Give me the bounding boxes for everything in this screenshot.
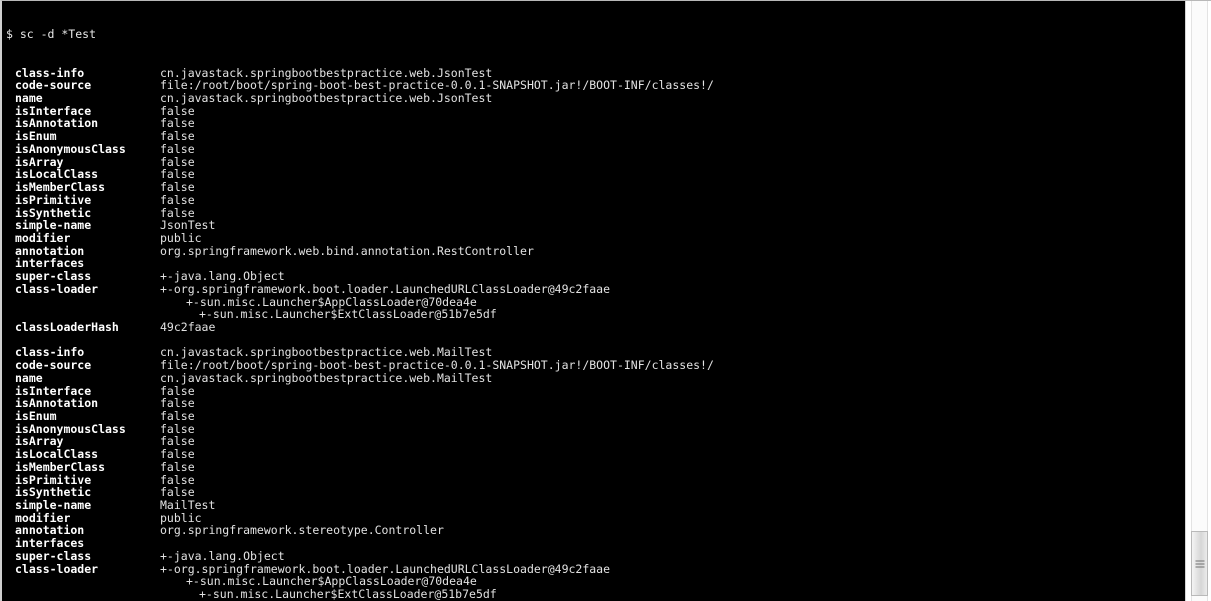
vertical-scrollbar[interactable]: [1185, 1, 1211, 601]
detail-row: annotation org.springframework.web.bind.a…: [4, 243, 1187, 258]
detail-row-key: super-class: [15, 269, 92, 284]
scrollbar-grip-icon: [1195, 560, 1204, 567]
detail-row-key: class-loader: [15, 561, 99, 576]
detail-row: super-class +-java.lang.Object: [4, 550, 1187, 563]
detail-row-value: false: [160, 459, 195, 474]
classloader-hash-value: 49c2faae: [160, 319, 216, 334]
detail-row-key: isEnum: [15, 129, 57, 144]
terminal-window[interactable]: $ sc -d *Test class-info cn.javastack.spr…: [0, 0, 1211, 601]
detail-row-value: file:/root/boot/spring-boot-best-practic…: [160, 358, 714, 373]
detail-row: simple-name MailTest: [4, 499, 1187, 512]
detail-row: isMemberClass false: [4, 181, 1187, 194]
detail-row: class-loader +-org.springframework.boot.l…: [4, 561, 1187, 576]
classloader-tree-node: +-sun.misc.Launcher$AppClassLoader@70dea…: [186, 574, 477, 589]
detail-row-key: name: [15, 91, 43, 106]
detail-row: interfaces: [4, 537, 1187, 550]
detail-row-key: modifier: [15, 230, 71, 245]
detail-row-key: isMemberClass: [15, 180, 106, 195]
detail-row: isAnonymousClass false: [4, 143, 1187, 156]
scrollbar-thumb[interactable]: [1191, 531, 1208, 596]
detail-row-value: false: [160, 447, 195, 462]
detail-row: name cn.javastack.springbootbestpractice.…: [4, 372, 1187, 385]
detail-row-value: false: [160, 129, 195, 144]
detail-row-key: interfaces: [15, 536, 85, 551]
detail-row-key: isAnonymousClass: [15, 141, 126, 156]
detail-row: modifier public: [4, 232, 1187, 245]
detail-row-value: org.springframework.stereotype.Controlle…: [160, 523, 444, 538]
detail-row-value: cn.javastack.springbootbestpractice.web.…: [160, 91, 493, 106]
classloader-tree-node: +-sun.misc.Launcher$ExtClassLoader@51b7e…: [199, 587, 497, 601]
detail-row-value: MailTest: [160, 498, 216, 513]
classloader-tree-node: +-sun.misc.Launcher$AppClassLoader@70dea…: [186, 294, 477, 309]
detail-row: super-class +-java.lang.Object: [4, 270, 1187, 283]
detail-row-value: public: [160, 230, 202, 245]
detail-row-key: super-class: [15, 548, 92, 563]
detail-row-key: isPrimitive: [15, 192, 92, 207]
terminal-output-area[interactable]: $ sc -d *Test class-info cn.javastack.spr…: [2, 1, 1187, 601]
detail-row: code-source file:/root/boot/spring-boot-b…: [4, 359, 1187, 372]
detail-row-key: simple-name: [15, 498, 92, 513]
detail-row-value: false: [160, 141, 195, 156]
detail-row: isLocalClass false: [4, 448, 1187, 461]
detail-row: isMemberClass false: [4, 461, 1187, 474]
detail-row: class-loader +-org.springframework.boot.l…: [4, 283, 1187, 296]
detail-row: isEnum false: [4, 410, 1187, 423]
detail-row-value: false: [160, 180, 195, 195]
detail-row: annotation org.springframework.stereotype…: [4, 524, 1187, 537]
detail-row-key: name: [15, 370, 43, 385]
detail-row-value: org.springframework.web.bind.annotation.…: [160, 243, 534, 258]
detail-row-key: isLocalClass: [15, 447, 99, 462]
detail-row-value: false: [160, 192, 195, 207]
detail-row-value: false: [160, 409, 195, 423]
detail-row-value: +-org.springframework.boot.loader.Launch…: [160, 281, 611, 296]
detail-row-key: isMemberClass: [15, 459, 106, 474]
classloader-hash-key: classLoaderHash: [15, 319, 119, 334]
command-prompt-line: $ sc -d *Test: [6, 27, 97, 42]
class-info-blocks: class-info cn.javastack.springbootbestpra…: [4, 66, 1187, 601]
detail-row: isPrimitive false: [4, 194, 1187, 207]
detail-row-value: cn.javastack.springbootbestpractice.web.…: [160, 370, 493, 385]
detail-row-key: code-source: [15, 358, 92, 373]
detail-row: isEnum false: [4, 130, 1187, 143]
detail-row: name cn.javastack.springbootbestpractice.…: [4, 92, 1187, 105]
detail-row-key: isEnum: [15, 409, 57, 423]
detail-row-key: class-loader: [15, 281, 99, 296]
detail-row-value: +-java.lang.Object: [160, 269, 285, 284]
detail-row-value: +-java.lang.Object: [160, 548, 285, 563]
scrollbar-track[interactable]: [1191, 1, 1208, 601]
classloader-hash-row: classLoaderHash 49c2faae: [4, 321, 1187, 334]
